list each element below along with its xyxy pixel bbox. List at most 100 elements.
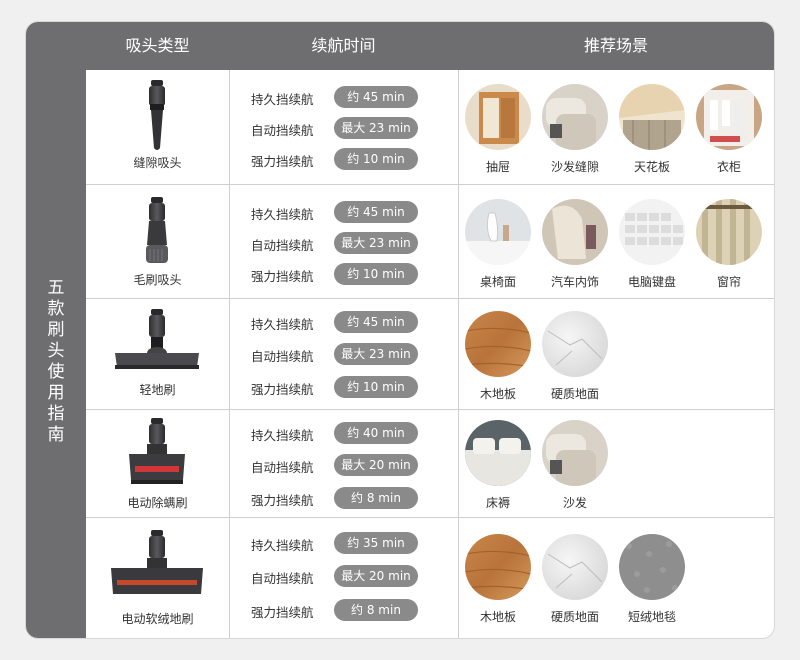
brush-label: 电动软绒地刷: [121, 612, 194, 626]
runtime-line: 自动挡续航 最大 23 min: [229, 117, 458, 139]
sofa-photo: [542, 420, 608, 486]
dusting-brush-icon: [146, 197, 168, 263]
runtime-line: 自动挡续航 最大 20 min: [229, 454, 458, 476]
light-floor-brush-icon: [115, 309, 199, 369]
mode-label: 强力挡续航: [251, 605, 314, 620]
brush-cell: 电动除螨刷: [86, 410, 229, 518]
runtime-pill: 约 45 min: [334, 86, 418, 108]
mode-label: 持久挡续航: [251, 92, 314, 107]
table-photo: [465, 199, 531, 265]
runtime-line: 自动挡续航 最大 20 min: [229, 565, 458, 587]
runtime-pill: 最大 20 min: [334, 565, 418, 587]
mode-label: 自动挡续航: [251, 123, 314, 138]
brush-cell: 缝隙吸头: [86, 70, 229, 184]
wood-floor-photo: [465, 534, 531, 600]
header-scenes: 推荐场景: [583, 36, 648, 55]
curtain-photo: [696, 199, 762, 265]
brush-label: 电动除螨刷: [127, 496, 188, 510]
marble-floor-photo: [542, 311, 608, 377]
scene-cell: 桌椅面 汽车内饰 电脑键盘 窗帘: [458, 185, 774, 299]
mode-label: 强力挡续航: [251, 493, 314, 508]
carpet-photo: [619, 534, 685, 600]
sidebar-char: 南: [47, 425, 65, 445]
runtime-line: 强力挡续航 约 10 min: [229, 376, 458, 398]
mode-label: 自动挡续航: [251, 571, 314, 586]
scene-label: 硬质地面: [550, 387, 599, 401]
runtime-line: 自动挡续航 最大 23 min: [229, 232, 458, 254]
mode-label: 持久挡续航: [251, 428, 314, 443]
runtime-pill: 约 8 min: [334, 487, 418, 509]
crevice-nozzle-icon: [149, 80, 165, 150]
drawer-photo: [465, 84, 531, 150]
scene-cell: 床褥 沙发: [458, 410, 774, 518]
runtime-line: 自动挡续航 最大 23 min: [229, 343, 458, 365]
brush-cell: 轻地刷: [86, 299, 229, 410]
sidebar-char: 头: [47, 341, 65, 361]
keyboard-photo: [619, 199, 685, 265]
sidebar: 五 款 刷 头 使 用 指 南: [26, 70, 86, 638]
runtime-pill: 约 35 min: [334, 532, 418, 554]
marble-floor-photo: [542, 534, 608, 600]
mode-label: 持久挡续航: [251, 207, 314, 222]
runtime-cell: 持久挡续航 约 45 min 自动挡续航 最大 23 min 强力挡续航 约 10 m…: [229, 299, 458, 410]
runtime-line: 持久挡续航 约 45 min: [229, 311, 458, 333]
sidebar-char: 刷: [47, 320, 65, 340]
mode-label: 持久挡续航: [251, 317, 314, 332]
table-header: 吸头类型 续航时间 推荐场景: [26, 22, 774, 70]
sidebar-title: 五 款 刷 头 使 用 指 南: [26, 278, 86, 446]
ceiling-photo: [619, 84, 685, 150]
runtime-line: 持久挡续航 约 45 min: [229, 201, 458, 223]
runtime-cell: 持久挡续航 约 35 min 自动挡续航 最大 20 min 强力挡续航 约 8 mi…: [229, 518, 458, 638]
runtime-line: 强力挡续航 约 8 min: [229, 599, 458, 621]
scene-label: 沙发: [562, 496, 587, 510]
brush-label: 缝隙吸头: [133, 156, 182, 170]
scene-cell: 木地板 硬质地面 短绒地毯: [458, 518, 774, 638]
brush-cell: 毛刷吸头: [86, 185, 229, 299]
sidebar-char: 用: [47, 383, 65, 403]
mite-brush-icon: [129, 418, 185, 484]
table-row: 电动除螨刷 持久挡续航 约 40 min 自动挡续航 最大 20 min 强力挡续航…: [86, 409, 774, 518]
runtime-line: 强力挡续航 约 8 min: [229, 487, 458, 509]
mode-label: 强力挡续航: [251, 382, 314, 397]
runtime-line: 强力挡续航 约 10 min: [229, 263, 458, 285]
scene-cell: 木地板 硬质地面: [458, 299, 774, 410]
header-runtime: 续航时间: [311, 36, 376, 55]
scene-cell: 抽屉 沙发缝隙 天花板 衣柜: [458, 70, 774, 184]
runtime-pill: 约 8 min: [334, 599, 418, 621]
wardrobe-photo: [696, 84, 762, 150]
sidebar-char: 款: [47, 299, 65, 319]
table-row: 电动软绒地刷 持久挡续航 约 35 min 自动挡续航 最大 20 min 强力挡续…: [86, 517, 774, 638]
runtime-pill: 约 10 min: [334, 148, 418, 170]
mode-label: 强力挡续航: [251, 154, 314, 169]
scene-label: 窗帘: [716, 275, 741, 289]
scene-label: 短绒地毯: [627, 610, 676, 624]
sidebar-char: 指: [47, 404, 65, 424]
runtime-pill: 约 45 min: [334, 311, 418, 333]
runtime-line: 持久挡续航 约 35 min: [229, 532, 458, 554]
wood-floor-photo: [465, 311, 531, 377]
runtime-pill: 最大 23 min: [334, 343, 418, 365]
table-row: 毛刷吸头 持久挡续航 约 45 min 自动挡续航 最大 23 min 强力挡续航 约…: [86, 184, 774, 299]
runtime-line: 持久挡续航 约 40 min: [229, 422, 458, 444]
sofa-gap-photo: [542, 84, 608, 150]
mode-label: 自动挡续航: [251, 349, 314, 364]
runtime-cell: 持久挡续航 约 40 min 自动挡续航 最大 20 min 强力挡续航 约 8 mi…: [229, 410, 458, 518]
table-row: 轻地刷 持久挡续航 约 45 min 自动挡续航 最大 23 min 强力挡续航 约 …: [86, 298, 774, 410]
runtime-pill: 最大 23 min: [334, 117, 418, 139]
runtime-line: 持久挡续航 约 45 min: [229, 86, 458, 108]
runtime-pill: 最大 23 min: [334, 232, 418, 254]
brush-guide-card: 吸头类型 续航时间 推荐场景 五 款 刷 头 使 用 指 南 缝隙吸头 持久挡续…: [26, 22, 774, 638]
mode-label: 自动挡续航: [251, 238, 314, 253]
mode-label: 自动挡续航: [251, 460, 314, 475]
runtime-cell: 持久挡续航 约 45 min 自动挡续航 最大 23 min 强力挡续航 约 10 m…: [229, 185, 458, 299]
brush-label: 轻地刷: [139, 383, 176, 397]
runtime-cell: 持久挡续航 约 45 min 自动挡续航 最大 23 min 强力挡续航 约 10 m…: [229, 70, 458, 184]
runtime-pill: 约 10 min: [334, 263, 418, 285]
soft-roller-brush-icon: [111, 530, 203, 594]
header-brush-type: 吸头类型: [125, 36, 190, 55]
table-row: 缝隙吸头 持久挡续航 约 45 min 自动挡续航 最大 23 min 强力挡续航 约…: [86, 70, 774, 184]
brush-label: 毛刷吸头: [133, 273, 182, 287]
runtime-pill: 最大 20 min: [334, 454, 418, 476]
runtime-pill: 约 10 min: [334, 376, 418, 398]
mode-label: 强力挡续航: [251, 269, 314, 284]
